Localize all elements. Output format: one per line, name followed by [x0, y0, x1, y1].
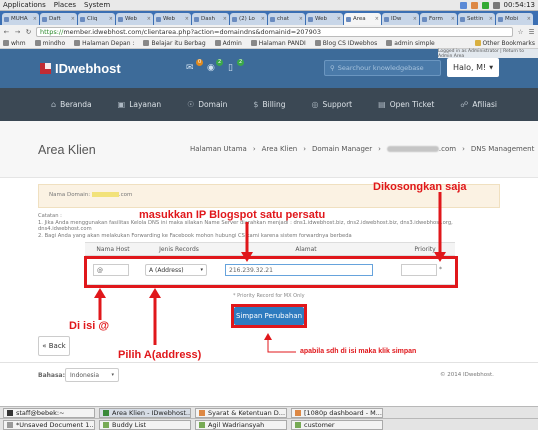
annotation-klik-simpan: apabila sdh di isi maka klik simpan: [300, 348, 417, 355]
task-terminal[interactable]: staff@bebek:~: [3, 407, 95, 418]
firefox-icon: [295, 409, 301, 416]
arrowhead-save: [264, 333, 272, 340]
taskbar-row-1: staff@bebek:~ Area Klien - IDwebhost... …: [0, 406, 538, 418]
arrowhead-host: [94, 288, 106, 298]
taskbar-row-2: *Unsaved Document 1... Buddy List Agil W…: [0, 418, 538, 430]
terminal-icon: [7, 409, 13, 416]
annotation-ip-blogspot: masukkan IP Blogspot satu persatu: [139, 209, 326, 221]
task-customer[interactable]: customer: [291, 419, 383, 430]
chat-icon: [199, 421, 205, 428]
annotation-pilih-a: Pilih A(address): [118, 349, 202, 361]
chat-icon: [295, 421, 301, 428]
arrowhead-record: [149, 288, 161, 298]
arrowhead-address: [241, 252, 253, 262]
arrow-to-save: [267, 338, 296, 353]
task-syarat[interactable]: Syarat & Ketentuan D...: [195, 407, 287, 418]
task-unsaved-document[interactable]: *Unsaved Document 1...: [3, 419, 95, 430]
task-dashboard[interactable]: [1080p dashboard - M...: [291, 407, 383, 418]
task-buddy-list[interactable]: Buddy List: [99, 419, 191, 430]
arrowhead-priority: [434, 252, 446, 262]
annotation-isi-at: Di isi @: [69, 320, 110, 332]
pidgin-icon: [103, 421, 109, 428]
task-area-klien[interactable]: Area Klien - IDwebhost...: [99, 407, 191, 418]
task-agil[interactable]: Agil Wadriansyah: [195, 419, 287, 430]
annotation-kosongkan: Dikosongkan saja: [373, 181, 467, 193]
chrome-icon: [103, 409, 109, 416]
document-icon: [7, 421, 13, 428]
firefox-icon: [199, 409, 205, 416]
